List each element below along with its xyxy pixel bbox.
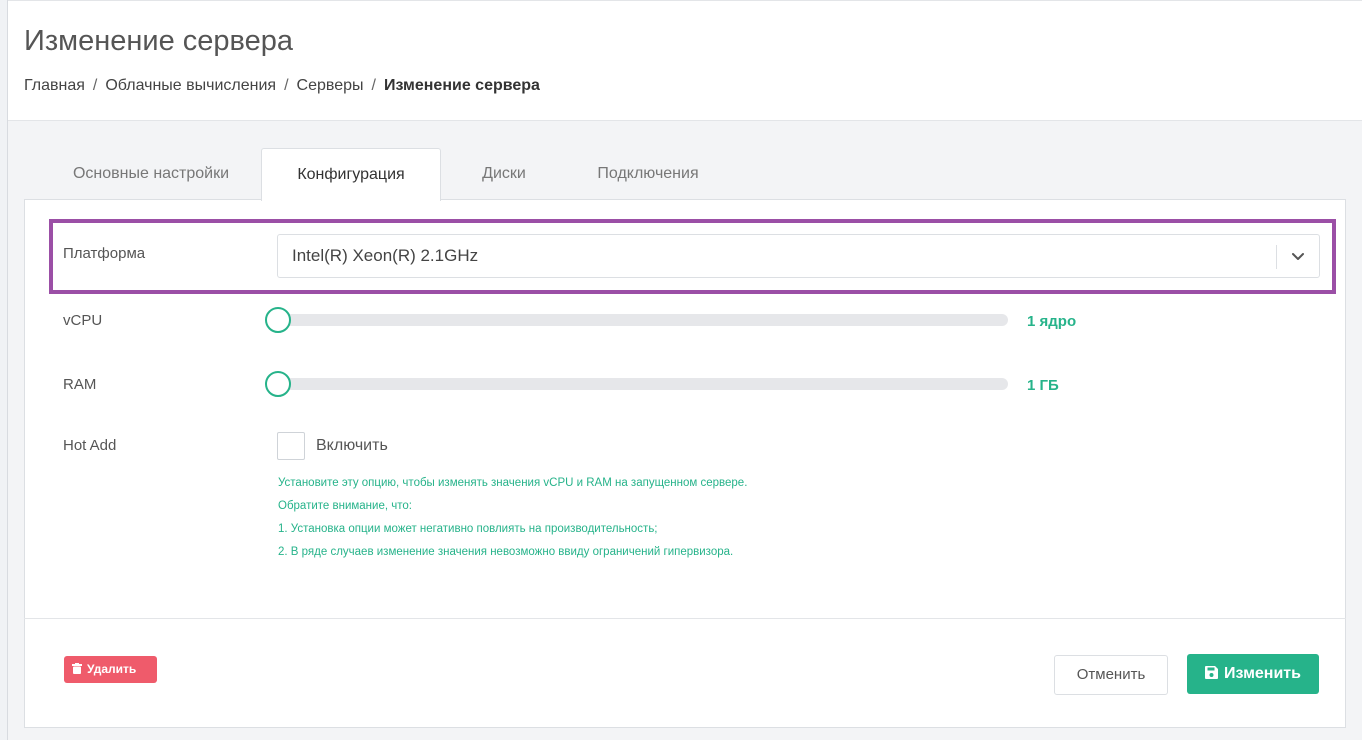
hot-add-hint-line: 1. Установка опции может негативно повли… bbox=[278, 523, 658, 535]
ram-slider-track[interactable] bbox=[278, 378, 1008, 390]
vcpu-slider-track[interactable] bbox=[278, 314, 1008, 326]
delete-button-label: Удалить bbox=[87, 662, 137, 676]
panel-footer-divider bbox=[24, 618, 1346, 619]
breadcrumb: Главная / Облачные вычисления / Серверы / Изме… bbox=[24, 77, 540, 95]
breadcrumb-separator: / bbox=[284, 77, 289, 94]
platform-highlight-frame bbox=[49, 219, 1336, 294]
vcpu-slider-thumb[interactable] bbox=[265, 307, 291, 333]
hot-add-hint-line: Обратите внимание, что: bbox=[278, 500, 412, 512]
tab-configuration[interactable]: Конфигурация bbox=[261, 148, 441, 201]
hot-add-hint-line: 2. В ряде случаев изменение значения нев… bbox=[278, 546, 734, 558]
tab-main-settings[interactable]: Основные настройки bbox=[42, 148, 260, 200]
save-button-label: Изменить bbox=[1224, 665, 1301, 682]
hot-add-hint-line: Установите эту опцию, чтобы изменять зна… bbox=[278, 477, 748, 489]
hot-add-label: Hot Add bbox=[63, 437, 117, 454]
tab-disks[interactable]: Диски bbox=[454, 148, 554, 200]
breadcrumb-cloud[interactable]: Облачные вычисления bbox=[105, 77, 276, 95]
hot-add-checkbox[interactable] bbox=[277, 432, 305, 460]
vcpu-value: 1 ядро bbox=[1027, 313, 1077, 330]
breadcrumb-current: Изменение сервера bbox=[383, 77, 540, 94]
ram-value: 1 ГБ bbox=[1027, 377, 1059, 394]
breadcrumb-separator: / bbox=[92, 77, 98, 94]
tab-connections[interactable]: Подключения bbox=[568, 148, 728, 200]
page-header: Изменение сервера Главная / Облачные вычис… bbox=[8, 0, 1362, 121]
ram-label: RAM bbox=[63, 376, 97, 393]
breadcrumb-servers[interactable]: Серверы bbox=[297, 77, 364, 95]
save-icon bbox=[1205, 666, 1219, 679]
trash-icon bbox=[72, 663, 82, 674]
breadcrumb-home[interactable]: Главная bbox=[24, 77, 85, 95]
cancel-button[interactable]: Отменить bbox=[1054, 655, 1168, 695]
ram-slider-thumb[interactable] bbox=[265, 371, 291, 397]
delete-button[interactable]: Удалить bbox=[64, 656, 157, 683]
hot-add-checkbox-label[interactable]: Включить bbox=[316, 437, 388, 455]
vcpu-label: vCPU bbox=[63, 312, 103, 329]
breadcrumb-separator: / bbox=[371, 77, 376, 94]
page-title: Изменение сервера bbox=[24, 25, 293, 57]
save-button[interactable]: Изменить bbox=[1187, 654, 1319, 694]
